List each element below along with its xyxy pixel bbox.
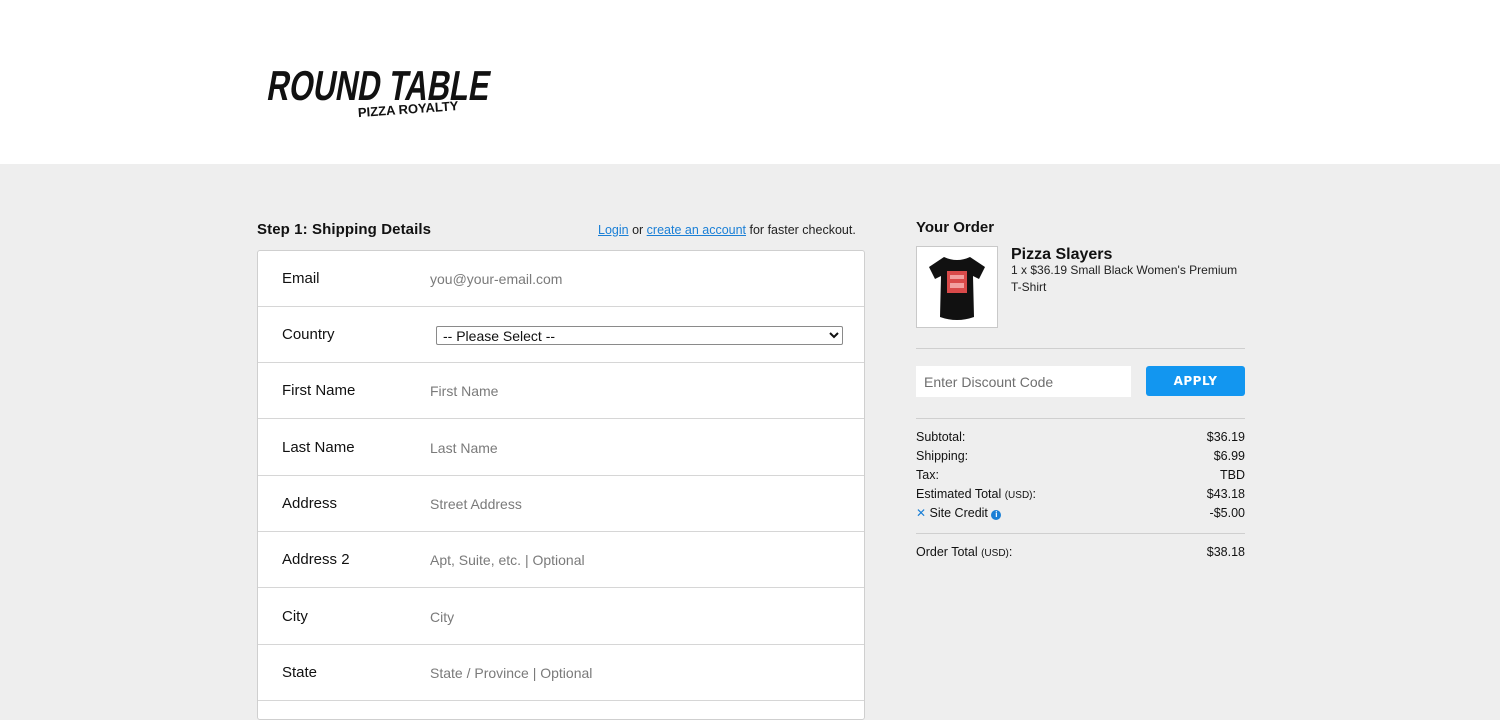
subtotal-value: $36.19 (1206, 430, 1245, 444)
currency-unit: (USD) (1004, 490, 1033, 501)
city-label: City (282, 608, 308, 625)
login-link[interactable]: Login (598, 223, 629, 237)
site-credit-row: ✕ Site Credit i -$5.00 (916, 506, 1245, 524)
currency-unit: (USD) (981, 548, 1009, 559)
divider (916, 348, 1245, 349)
colon: : (1008, 545, 1013, 559)
email-field[interactable] (430, 265, 840, 293)
last-name-field[interactable] (430, 434, 840, 462)
state-row: State (258, 645, 864, 701)
city-field[interactable] (430, 603, 840, 631)
estimated-total-text: Estimated Total (916, 487, 1002, 501)
state-label: State (282, 664, 318, 681)
country-label: Country (282, 326, 335, 343)
site-header: ROUND TABLE PIZZA ROYALTY (0, 0, 1500, 164)
first-name-row: First Name (258, 363, 864, 419)
divider (916, 533, 1245, 534)
black-tshirt-icon (929, 257, 985, 320)
address2-label: Address 2 (282, 551, 350, 568)
svg-text:ROUND TABLE: ROUND TABLE (264, 62, 494, 109)
subtotal-label: Subtotal: (916, 430, 966, 444)
divider (916, 418, 1245, 419)
address-label: Address (282, 495, 338, 512)
country-row: Country -- Please Select -- (258, 307, 864, 363)
apply-discount-button[interactable]: APPLY (1146, 366, 1245, 396)
estimated-total-label: Estimated Total (USD): (916, 487, 1036, 501)
site-credit-value: -$5.00 (1209, 506, 1245, 520)
faster-checkout-text: for faster checkout. (746, 223, 856, 237)
state-field[interactable] (430, 659, 840, 687)
info-icon[interactable]: i (991, 510, 1002, 520)
create-account-link[interactable]: create an account (647, 223, 746, 237)
or-text: or (628, 223, 647, 237)
step-title: Step 1: Shipping Details (257, 221, 432, 238)
discount-code-input[interactable] (916, 366, 1131, 397)
order-total-value: $38.18 (1206, 545, 1245, 559)
site-credit-label: ✕ Site Credit i (916, 506, 1002, 520)
address2-field[interactable] (430, 546, 840, 574)
country-select[interactable]: -- Please Select -- (436, 326, 843, 345)
email-row: Email (258, 251, 864, 307)
shipping-row: Shipping: $6.99 (916, 449, 1245, 467)
shipping-value: $6.99 (1213, 449, 1245, 463)
order-total-row: Order Total (USD): $38.18 (916, 545, 1245, 563)
estimated-total-row: Estimated Total (USD): $43.18 (916, 487, 1245, 505)
tax-value: TBD (1220, 468, 1245, 482)
address-row: Address (258, 476, 864, 532)
last-name-label: Last Name (282, 439, 355, 456)
shipping-label: Shipping: (916, 449, 969, 463)
order-title: Your Order (916, 219, 995, 236)
colon: : (1032, 487, 1036, 501)
site-credit-text: Site Credit (929, 506, 988, 520)
first-name-label: First Name (282, 382, 356, 399)
subtotal-row: Subtotal: $36.19 (916, 430, 1245, 448)
shipping-form: Email Country -- Please Select -- First … (257, 250, 865, 720)
order-total-text: Order Total (916, 545, 978, 559)
address-field[interactable] (430, 490, 840, 518)
round-table-logo[interactable]: ROUND TABLE PIZZA ROYALTY (262, 42, 498, 122)
email-label: Email (282, 270, 320, 287)
product-description: 1 x $36.19 Small Black Women's Premium T… (1011, 263, 1238, 294)
tax-row: Tax: TBD (916, 468, 1245, 486)
tax-label: Tax: (916, 468, 939, 482)
city-row: City (258, 589, 864, 645)
order-total-label: Order Total (USD): (916, 545, 1012, 559)
estimated-total-value: $43.18 (1206, 487, 1245, 501)
address2-row: Address 2 (258, 532, 864, 588)
last-name-row: Last Name (258, 420, 864, 476)
login-prompt: Login or create an account for faster ch… (598, 223, 860, 237)
first-name-field[interactable] (430, 377, 840, 405)
product-thumbnail[interactable] (916, 246, 998, 328)
remove-credit-icon[interactable]: ✕ (916, 506, 926, 520)
